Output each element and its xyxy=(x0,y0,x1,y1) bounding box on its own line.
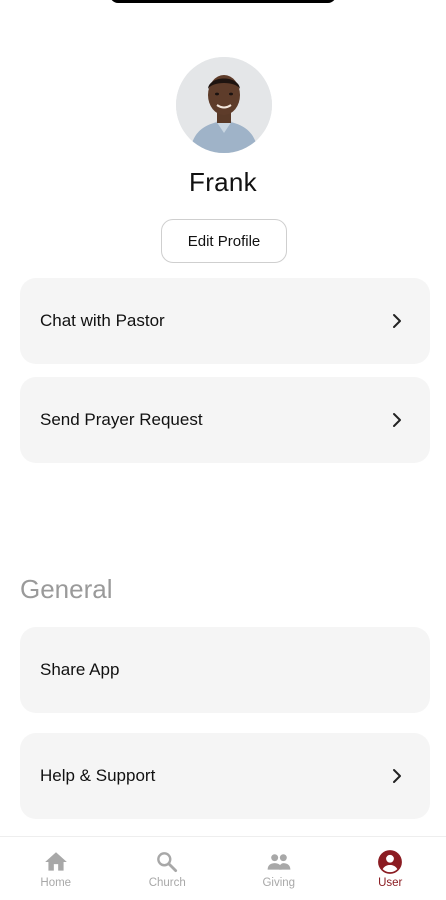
search-icon xyxy=(157,852,178,873)
bottom-nav: Home Church Giving User xyxy=(0,836,446,900)
row-label: Share App xyxy=(40,660,120,679)
send-prayer-request-row[interactable]: Send Prayer Request xyxy=(20,377,430,463)
chevron-right-icon xyxy=(393,413,401,427)
nav-item-user[interactable]: User xyxy=(335,837,446,900)
chat-with-pastor-row[interactable]: Chat with Pastor xyxy=(20,278,430,364)
camera-notch xyxy=(110,0,336,3)
chevron-right-icon xyxy=(393,769,401,783)
nav-label-giving: Giving xyxy=(262,877,296,889)
share-app-row[interactable]: Share App xyxy=(20,627,430,713)
nav-label-user: User xyxy=(378,877,403,889)
avatar xyxy=(176,57,272,153)
chevron-right-icon xyxy=(393,314,401,328)
row-label: Help & Support xyxy=(40,766,156,785)
row-label: Send Prayer Request xyxy=(40,410,203,429)
account-circle-icon xyxy=(378,850,403,874)
nav-item-home[interactable]: Home xyxy=(0,837,112,900)
edit-profile-button[interactable]: Edit Profile xyxy=(161,219,287,263)
help-support-row[interactable]: Help & Support xyxy=(20,733,430,819)
row-label: Chat with Pastor xyxy=(40,311,165,330)
nav-item-giving[interactable]: Giving xyxy=(223,837,335,900)
nav-label-church: Church xyxy=(148,877,186,889)
section-title-general: General xyxy=(20,574,113,604)
people-icon xyxy=(267,854,291,870)
nav-item-church[interactable]: Church xyxy=(112,837,224,900)
nav-label-home: Home xyxy=(40,877,72,889)
profile-photo xyxy=(176,57,272,153)
home-icon xyxy=(44,852,67,871)
profile-name: Frank xyxy=(189,167,257,197)
